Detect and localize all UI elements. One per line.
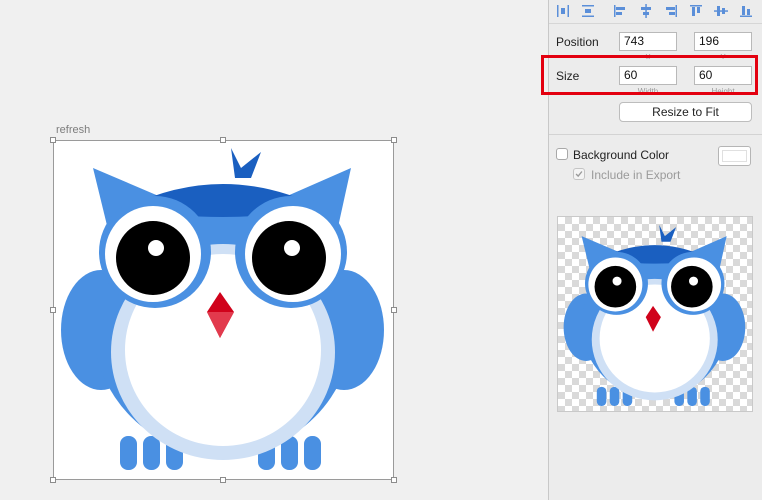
include-in-export-checkbox[interactable] bbox=[573, 168, 585, 180]
alignment-toolbar bbox=[549, 0, 762, 24]
owl-preview-image bbox=[563, 224, 746, 406]
include-in-export-label: Include in Export bbox=[591, 168, 681, 182]
color-swatch bbox=[722, 150, 747, 162]
resize-handle-top-right[interactable] bbox=[391, 137, 397, 143]
resize-handle-middle-left[interactable] bbox=[50, 307, 56, 313]
background-color-well[interactable] bbox=[718, 146, 751, 166]
background-color-checkbox[interactable] bbox=[556, 148, 568, 160]
position-y-field[interactable]: 196 bbox=[694, 32, 752, 51]
resize-handle-bottom-right[interactable] bbox=[391, 477, 397, 483]
align-left-icon[interactable] bbox=[613, 4, 627, 18]
resize-to-fit-button[interactable]: Resize to Fit bbox=[619, 102, 752, 122]
canvas-area[interactable]: refresh bbox=[0, 0, 548, 500]
owl-image[interactable] bbox=[53, 140, 394, 480]
distribute-vertical-icon[interactable] bbox=[581, 4, 595, 18]
distribute-horizontal-icon[interactable] bbox=[556, 4, 570, 18]
align-top-icon[interactable] bbox=[689, 4, 703, 18]
resize-handle-bottom-middle[interactable] bbox=[220, 477, 226, 483]
export-preview bbox=[557, 216, 753, 412]
owl-graphic bbox=[61, 148, 384, 470]
position-label: Position bbox=[556, 35, 599, 49]
section-divider bbox=[549, 134, 762, 135]
align-middle-vertical-icon[interactable] bbox=[714, 4, 728, 18]
resize-handle-top-middle[interactable] bbox=[220, 137, 226, 143]
resize-handle-top-left[interactable] bbox=[50, 137, 56, 143]
resize-handle-middle-right[interactable] bbox=[391, 307, 397, 313]
align-bottom-icon[interactable] bbox=[739, 4, 753, 18]
size-highlight-annotation bbox=[541, 55, 758, 95]
align-right-icon[interactable] bbox=[664, 4, 678, 18]
artboard-label[interactable]: refresh bbox=[56, 124, 90, 136]
align-center-horizontal-icon[interactable] bbox=[639, 4, 653, 18]
position-x-field[interactable]: 743 bbox=[619, 32, 677, 51]
resize-handle-bottom-left[interactable] bbox=[50, 477, 56, 483]
background-color-label: Background Color bbox=[573, 148, 670, 162]
